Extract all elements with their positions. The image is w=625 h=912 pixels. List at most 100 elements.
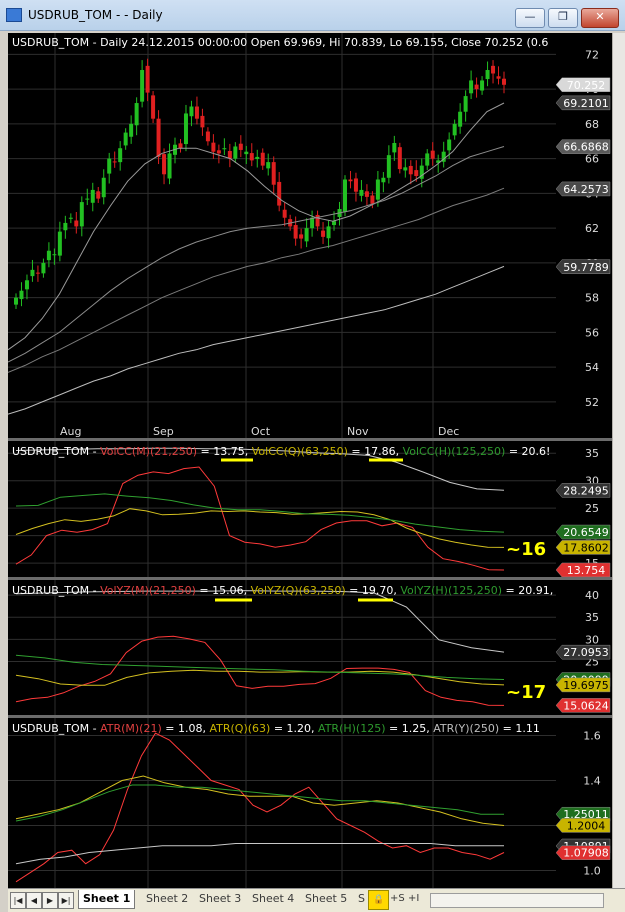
app-icon [6,8,22,22]
y-tick-label: 40 [585,589,599,602]
candle [255,149,260,168]
candle [205,127,210,146]
value-tag: 59.7789 [556,259,611,275]
series-line [15,508,505,548]
sheet-tabs-bar: |◀ ◀ ▶ ▶| Sheet 1 Sheet 2 Sheet 3 Sheet … [8,888,625,912]
candle [342,175,347,217]
series-line [15,843,504,865]
tab-sheet-5[interactable]: Sheet 5 [301,890,351,908]
pane-header: USDRUB_TOM - VolCC(M)(21,250) = 13.75, V… [12,445,550,458]
insert-sheet-button[interactable]: +I [404,890,423,908]
candle [502,71,506,94]
candle [79,196,84,237]
handwritten-annotation: ~17 [506,682,546,703]
minimize-button[interactable]: — [515,8,545,28]
svg-text:64.2573: 64.2573 [563,183,609,196]
first-sheet-button[interactable]: |◀ [10,892,26,909]
price-header: USDRUB_TOM - Daily 24.12.2015 00:00:00 O… [12,36,548,49]
value-tag: 66.6868 [556,139,611,154]
candle [348,170,353,189]
candle [52,248,57,265]
candle [304,218,309,248]
svg-text:13.754: 13.754 [567,564,606,577]
candle [41,258,46,278]
y-tick-label: 1.6 [583,730,601,743]
prev-sheet-button[interactable]: ◀ [26,892,42,909]
tab-sheet-6[interactable]: S [354,890,369,908]
horizontal-scrollbar[interactable] [430,893,604,908]
svg-text:15.0624: 15.0624 [563,699,609,712]
candle [430,142,435,166]
value-tag: 28.2495 [556,483,611,498]
volyz-chart[interactable]: USDRUB_TOM - VolYZ(M)(21,250) = 15.06, V… [8,580,556,715]
value-tag: 70.252 [556,77,611,93]
window-titlebar: USDRUB_TOM - - Daily — ❐ ✕ [0,0,625,31]
close-button[interactable]: ✕ [581,8,619,28]
y-tick-label: 1.4 [583,775,601,788]
candle [68,213,73,224]
value-tag: 27.0953 [556,644,611,660]
candle [452,119,457,140]
atr-chart[interactable]: USDRUB_TOM - ATR(M)(21) = 1.08, ATR(Q)(6… [8,718,556,888]
tab-sheet-4[interactable]: Sheet 4 [248,890,298,908]
candle [140,60,145,108]
y-tick-label: 54 [585,361,599,374]
price-axis: 727068666462605856545270.25269.210166.68… [556,33,612,438]
candle [90,182,95,212]
candle [118,141,123,171]
candle [277,172,282,212]
value-tag: 1.2004 [556,818,611,833]
candle [266,153,271,176]
candle [123,128,128,150]
volcc-pane[interactable]: USDRUB_TOM - VolCC(M)(21,250) = 13.75, V… [8,441,556,577]
next-sheet-button[interactable]: ▶ [42,892,58,909]
candle [85,188,90,206]
price-pane[interactable]: Aug Sep Oct Nov Dec USDRUB_TOM - Daily 24.12.… [8,33,556,438]
y-tick-label: 52 [585,396,599,409]
candle [222,138,227,155]
candle [463,90,468,122]
x-tick-label: Oct [251,425,271,438]
value-tag: 20.6549 [556,524,611,540]
candle [129,115,134,144]
y-tick-label: 72 [585,48,599,61]
candle [353,172,358,202]
volyz-pane[interactable]: USDRUB_TOM - VolYZ(M)(21,250) = 15.06, V… [8,580,556,715]
atr-pane[interactable]: USDRUB_TOM - ATR(M)(21) = 1.08, ATR(Q)(6… [8,718,556,888]
y-tick-label: 56 [585,326,599,339]
volcc-chart[interactable]: USDRUB_TOM - VolCC(M)(21,250) = 13.75, V… [8,441,556,577]
value-tag: 13.754 [556,562,611,577]
atr-axis: 1.61.41.21.01.250111.20041.108911.07908 [556,718,612,888]
series-line [15,654,505,680]
value-tag: 64.2573 [556,181,611,197]
svg-text:20.6549: 20.6549 [563,526,609,539]
restore-button[interactable]: ❐ [548,8,578,28]
candle [96,186,101,203]
candle [151,91,156,124]
candle [173,137,178,164]
candle [441,141,446,168]
value-tag: 69.2101 [556,95,611,111]
moving-average-line [8,265,505,415]
tab-sheet-1[interactable]: Sheet 1 [78,890,136,909]
tab-sheet-3[interactable]: Sheet 3 [195,890,245,908]
svg-text:19.6975: 19.6975 [563,679,609,692]
price-chart[interactable]: Aug Sep Oct Nov Dec USDRUB_TOM - Daily 24.12.… [8,33,556,438]
svg-text:1.07908: 1.07908 [563,847,609,860]
last-sheet-button[interactable]: ▶| [58,892,74,909]
svg-text:27.0953: 27.0953 [563,646,609,659]
y-tick-label: 62 [585,222,599,235]
y-tick-label: 30 [585,633,599,646]
candle [249,143,254,167]
candle [211,134,216,159]
svg-text:70.252: 70.252 [567,79,606,92]
vertical-scrollbar[interactable] [612,33,625,888]
candle [101,169,106,205]
volyz-axis: 4035302527.095320.909919.697515.0624 [556,580,612,715]
candle [260,148,265,170]
x-tick-label: Aug [60,425,81,438]
tab-sheet-2[interactable]: Sheet 2 [142,890,192,908]
series-line [15,590,505,653]
volcc-axis: 353025201528.249520.654917.860213.754 [556,441,612,577]
x-tick-label: Nov [347,425,369,438]
